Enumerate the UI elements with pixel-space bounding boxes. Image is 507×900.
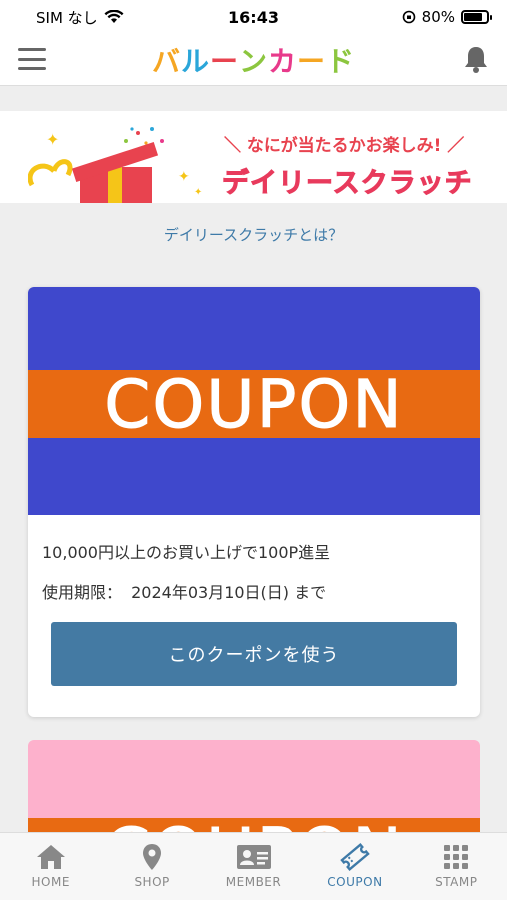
tab-coupon[interactable]: COUPON (304, 833, 405, 900)
logo-letter: ー (297, 44, 327, 78)
tab-label: STAMP (435, 875, 478, 889)
logo-letter: ー (209, 44, 239, 78)
tab-label: SHOP (134, 875, 170, 889)
coupon-card[interactable]: COUPON (28, 740, 480, 840)
status-right: 80% (402, 8, 492, 26)
member-card-icon (236, 845, 271, 869)
carrier-label: SIM なし (36, 8, 98, 27)
app-header: バルーンカード (0, 34, 507, 86)
logo-letter: ド (326, 44, 356, 78)
status-left: SIM なし (36, 7, 124, 28)
bottom-tab-bar: HOME SHOP MEMBER COUPON STAMP (0, 832, 507, 900)
battery-icon (461, 10, 492, 24)
battery-fill (464, 13, 482, 21)
status-bar: SIM なし 16:43 80% (0, 0, 507, 34)
app-logo: バルーンカード (152, 40, 355, 80)
banner-title: デイリースクラッチ (222, 168, 473, 200)
bell-icon[interactable] (461, 44, 491, 78)
tab-home[interactable]: HOME (0, 833, 101, 900)
coupon-image: COUPON (28, 287, 480, 515)
svg-text:✦: ✦ (194, 187, 202, 198)
wifi-icon (104, 10, 124, 23)
logo-letter: カ (268, 44, 298, 78)
tab-label: COUPON (327, 875, 383, 889)
banner-tagline: ＼ なにが当たるかお楽しみ! ／ (224, 136, 465, 156)
tab-label: HOME (31, 875, 70, 889)
orientation-lock-icon (402, 10, 415, 24)
svg-text:✦: ✦ (178, 169, 190, 185)
grid-icon (444, 845, 469, 869)
tab-label: MEMBER (225, 875, 282, 889)
svg-text:✦: ✦ (46, 130, 59, 149)
ticket-icon (340, 843, 370, 871)
status-time: 16:43 (228, 7, 279, 27)
tab-stamp[interactable]: STAMP (406, 833, 507, 900)
expiry-label: 使用期限： (42, 583, 123, 602)
coupon-description: 10,000円以上のお買い上げで100P進呈 (42, 543, 331, 562)
tab-member[interactable]: MEMBER (203, 833, 304, 900)
hamburger-menu-icon[interactable] (18, 48, 46, 70)
map-pin-icon (143, 844, 162, 870)
battery-percent: 80% (421, 8, 455, 26)
coupon-image-text: COUPON (104, 365, 404, 443)
logo-letter: バ (151, 44, 181, 78)
gift-box-icon: ✦ ✦ ✦ (28, 127, 202, 203)
about-daily-scratch-link[interactable]: デイリースクラッチとは？ (0, 224, 507, 245)
use-coupon-button[interactable]: このクーポンを使う (51, 622, 457, 686)
coupon-card: COUPON 10,000円以上のお買い上げで100P進呈 使用期限： 2024… (28, 287, 480, 717)
coupon-stripe: COUPON (28, 365, 480, 443)
daily-scratch-banner[interactable]: ✦ ✦ ✦ ＼ なにが当たるかお楽しみ! ／ デイリースクラッチ (0, 111, 507, 203)
tab-shop[interactable]: SHOP (101, 833, 202, 900)
expiry-date: 2024年03月10日(日) まで (131, 583, 327, 602)
logo-letter: ル (180, 44, 210, 78)
logo-letter: ン (238, 44, 268, 78)
home-icon (36, 845, 65, 869)
coupon-expiry: 使用期限： 2024年03月10日(日) まで (42, 579, 330, 603)
